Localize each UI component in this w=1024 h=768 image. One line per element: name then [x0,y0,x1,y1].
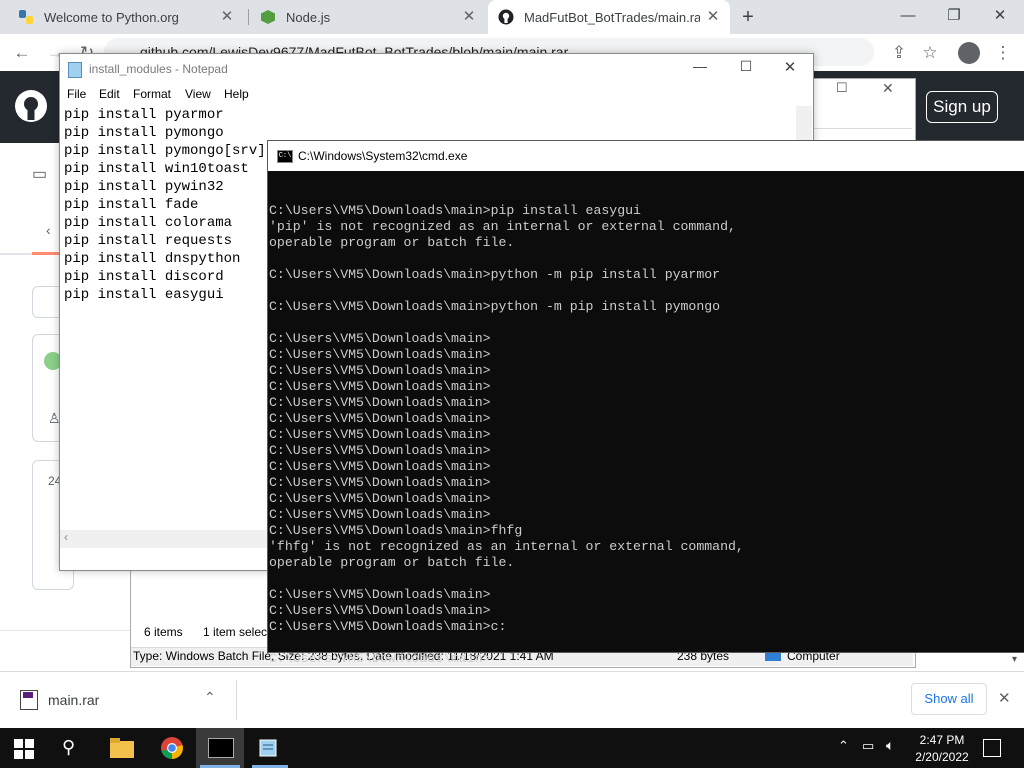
minimize-icon[interactable]: — [688,58,712,74]
cmd-titlebar: C:\ C:\Windows\System32\cmd.exe [268,141,1024,171]
cmd-taskbar-icon [208,738,234,758]
cmd-title: C:\Windows\System32\cmd.exe [298,149,468,163]
chevron-up-icon[interactable]: ⌃ [838,738,852,756]
chrome-icon[interactable] [160,736,184,760]
notepad-menubar: File Edit Format View Help [60,84,813,104]
menu-kebab-icon[interactable]: ⋮ [992,42,1014,64]
maximize-icon[interactable]: ☐ [836,80,856,100]
notepad-title: install_modules - Notepad [89,62,228,76]
close-icon[interactable]: ✕ [998,689,1014,709]
notification-icon[interactable] [983,739,1001,757]
tab-github-title: MadFutBot_BotTrades/main.rar a [524,9,700,25]
scroll-left-icon[interactable]: ‹ [64,530,68,544]
menu-view[interactable]: View [185,87,211,101]
close-icon[interactable]: ✕ [778,58,802,76]
menu-edit[interactable]: Edit [99,87,120,101]
notepad-text-area[interactable]: pip install pyarmor pip install pymongo … [64,106,266,304]
close-icon[interactable]: ✕ [882,80,902,100]
search-icon[interactable]: ⚲ [62,737,84,759]
explorer-search-strip [812,104,912,129]
menu-format[interactable]: Format [133,87,171,101]
downloads-bar [0,671,1024,729]
download-filename[interactable]: main.rar [48,692,99,708]
back-arrow-icon[interactable]: ← [11,42,33,64]
chevron-up-icon[interactable]: ⌃ [204,689,222,709]
tab-nodejs[interactable]: Node.js ✕ [250,0,486,34]
volume-icon[interactable]: 🔈︎ [886,737,904,755]
github-icon [498,9,514,25]
new-tab-button[interactable]: + [738,6,758,28]
repo-icon[interactable]: ▭ [32,164,47,184]
items-count: 6 items [144,625,183,639]
show-all-button[interactable]: Show all [911,683,987,715]
close-icon[interactable]: ✕ [460,8,478,26]
profile-avatar[interactable] [958,42,980,64]
tab-separator [248,9,249,25]
tab-python-title: Welcome to Python.org [44,9,179,25]
close-icon[interactable]: ✕ [218,8,236,26]
python-icon [18,9,34,25]
clock-time[interactable]: 2:47 PM [912,733,972,747]
bookmark-star-icon[interactable]: ☆ [919,42,941,64]
notepad-icon [68,62,82,78]
divider [236,680,237,720]
code-tab-icon[interactable]: ‹ [46,222,51,238]
share-icon[interactable]: ⇪ [888,42,910,64]
notepad-titlebar: install_modules - Notepad — ☐ ✕ [60,54,813,84]
menu-file[interactable]: File [67,87,86,101]
tab-github-active[interactable]: MadFutBot_BotTrades/main.rar a ✕ [488,0,730,34]
clock-date[interactable]: 2/20/2022 [910,750,974,764]
menu-help[interactable]: Help [224,87,249,101]
cmd-window: C:\ C:\Windows\System32\cmd.exe C:\Users… [267,140,1024,666]
maximize-icon[interactable]: ☐ [734,58,758,75]
close-icon[interactable]: ✕ [704,8,722,26]
cmd-output[interactable]: C:\Users\VM5\Downloads\main>pip install … [269,187,744,667]
close-window-icon[interactable]: ✕ [984,4,1016,28]
network-icon[interactable]: ▭ [862,738,880,756]
active-tab-underline [32,252,60,255]
scroll-down-icon[interactable]: ▾ [1012,654,1024,668]
tab-nodejs-title: Node.js [286,9,331,25]
github-logo-icon[interactable] [14,89,48,123]
file-explorer-icon[interactable] [110,738,134,758]
cmd-icon: C:\ [277,150,293,163]
notepad-taskbar-icon[interactable] [258,738,280,758]
divider [0,630,130,631]
selected-count: 1 item selecte [203,625,278,639]
windows-start-icon[interactable] [14,739,34,759]
tab-python[interactable]: Welcome to Python.org ✕ [8,0,244,34]
restore-icon[interactable]: ❐ [938,4,970,28]
horizontal-scrollbar[interactable] [60,530,270,548]
signup-button[interactable]: Sign up [926,91,998,123]
nodejs-icon [260,9,276,25]
minimize-icon[interactable]: — [892,4,924,28]
rar-file-icon [20,690,38,710]
